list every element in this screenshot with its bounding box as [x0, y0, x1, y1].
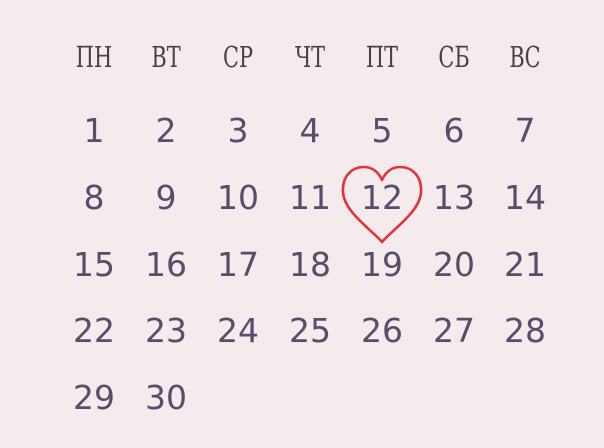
day-8[interactable]: 8 [58, 178, 130, 218]
day-13[interactable]: 13 [418, 178, 490, 218]
day-27[interactable]: 27 [418, 311, 490, 351]
day-20[interactable]: 20 [418, 245, 490, 285]
day-26[interactable]: 26 [346, 311, 418, 351]
day-10[interactable]: 10 [202, 178, 274, 218]
day-23[interactable]: 23 [130, 311, 202, 351]
day-17[interactable]: 17 [202, 245, 274, 285]
day-12-highlighted[interactable]: 12 [346, 178, 418, 218]
day-29[interactable]: 29 [58, 378, 130, 418]
day-11[interactable]: 11 [274, 178, 346, 218]
day-14[interactable]: 14 [489, 178, 561, 218]
weekday-mon: ПН [75, 40, 113, 74]
day-7[interactable]: 7 [489, 111, 561, 151]
day-25[interactable]: 25 [274, 311, 346, 351]
day-22[interactable]: 22 [58, 311, 130, 351]
day-24[interactable]: 24 [202, 311, 274, 351]
weekday-sun: ВС [509, 40, 541, 74]
day-18[interactable]: 18 [274, 245, 346, 285]
weekday-sat: СБ [438, 40, 470, 74]
calendar: ПН ВТ СР ЧТ ПТ СБ ВС 1 2 3 4 5 6 7 8 9 1… [0, 0, 604, 448]
day-3[interactable]: 3 [202, 111, 274, 151]
day-16[interactable]: 16 [130, 245, 202, 285]
day-2[interactable]: 2 [130, 111, 202, 151]
weekday-fri: ПТ [365, 40, 399, 74]
weekday-wed: СР [222, 40, 254, 74]
day-30[interactable]: 30 [130, 378, 202, 418]
weekday-tue: ВТ [151, 40, 181, 74]
day-15[interactable]: 15 [58, 245, 130, 285]
day-4[interactable]: 4 [274, 111, 346, 151]
day-9[interactable]: 9 [130, 178, 202, 218]
day-28[interactable]: 28 [489, 311, 561, 351]
weekday-thu: ЧТ [294, 40, 326, 74]
day-21[interactable]: 21 [489, 245, 561, 285]
day-5[interactable]: 5 [346, 111, 418, 151]
day-1[interactable]: 1 [58, 111, 130, 151]
day-19[interactable]: 19 [346, 245, 418, 285]
day-6[interactable]: 6 [418, 111, 490, 151]
